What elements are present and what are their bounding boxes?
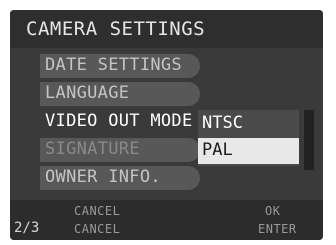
option-label: NTSC <box>202 113 243 133</box>
video-out-dropdown: NTSC PAL <box>198 110 299 166</box>
menu-title-bar: CAMERA SETTINGS <box>10 10 323 48</box>
ok-label: OK <box>265 204 281 218</box>
menu-item-date-settings[interactable]: DATE SETTINGS <box>40 54 200 78</box>
enter-button[interactable]: ENTER <box>258 222 297 236</box>
page-indicator: 2/3 <box>14 220 40 236</box>
dropdown-scrollbar <box>304 110 314 170</box>
menu-item-label: VIDEO OUT MODE <box>45 111 193 131</box>
page-title: CAMERA SETTINGS <box>26 18 206 40</box>
menu-item-label: SIGNATURE <box>45 139 140 159</box>
menu-footer: CANCEL OK 2/3 CANCEL ENTER <box>10 200 323 240</box>
menu-item-label: OWNER INFO. <box>45 167 161 187</box>
option-label: PAL <box>202 140 233 160</box>
cancel-label-top: CANCEL <box>74 204 121 218</box>
menu-item-owner-info[interactable]: OWNER INFO. <box>40 166 200 190</box>
option-pal[interactable]: PAL <box>198 138 299 164</box>
menu-item-label: LANGUAGE <box>45 83 130 103</box>
option-ntsc[interactable]: NTSC <box>198 111 299 137</box>
menu-item-video-out-mode[interactable]: VIDEO OUT MODE <box>40 110 200 134</box>
camera-menu-screen: CAMERA SETTINGS DATE SETTINGS LANGUAGE V… <box>10 10 323 240</box>
menu-item-signature[interactable]: SIGNATURE <box>40 138 200 162</box>
menu-item-label: DATE SETTINGS <box>45 55 182 75</box>
menu-item-language[interactable]: LANGUAGE <box>40 82 200 106</box>
cancel-button[interactable]: CANCEL <box>74 222 120 236</box>
